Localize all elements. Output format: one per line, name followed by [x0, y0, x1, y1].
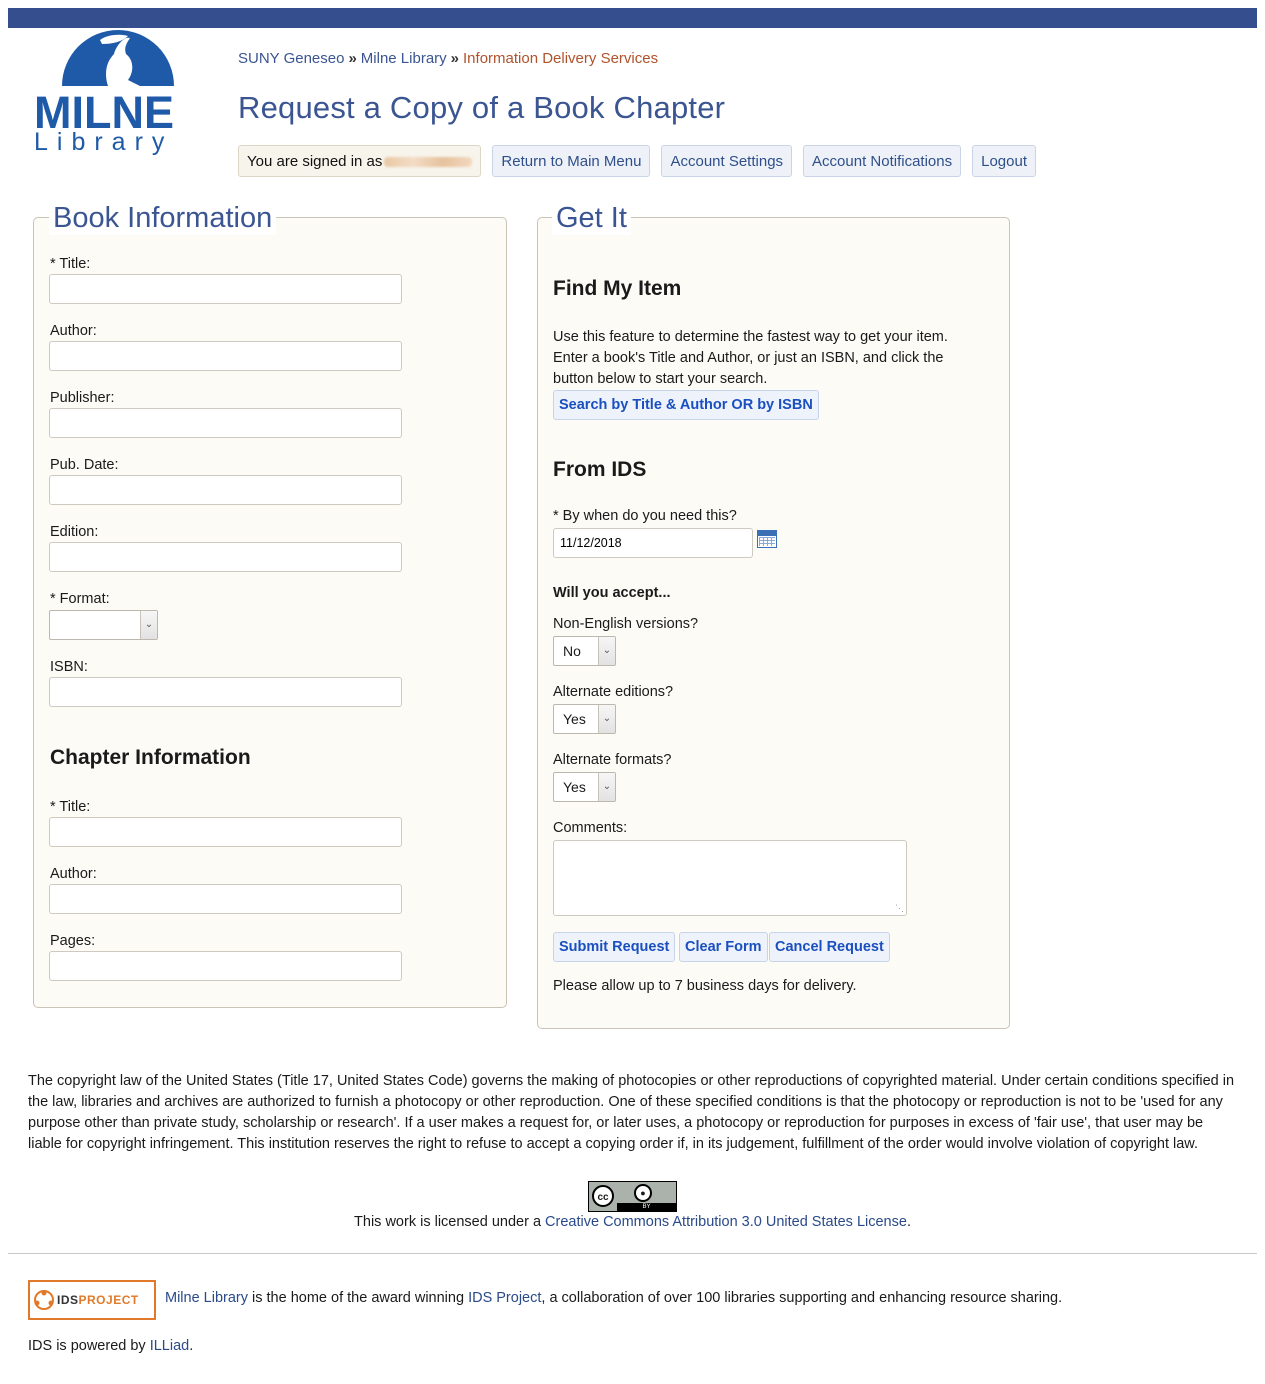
ids-wordmark-project: PROJECT	[78, 1293, 139, 1307]
cc-by-label: BY	[617, 1203, 676, 1211]
non-english-label: Non-English versions?	[553, 616, 699, 632]
chapter-title-label: * Title:	[50, 799, 91, 815]
ids-wordmark-ids: IDS	[57, 1293, 79, 1307]
breadcrumb: SUNY Geneseo» Milne Library» Information D…	[238, 50, 658, 67]
delivery-note: Please allow up to 7 business days for d…	[553, 978, 857, 994]
edition-input[interactable]	[49, 542, 402, 572]
account-notifications-button[interactable]: Account Notifications	[803, 145, 962, 177]
book-title-input[interactable]	[49, 274, 402, 304]
milne-library-logo[interactable]: MILNE Library	[30, 30, 206, 156]
page-title: Request a Copy of a Book Chapter	[238, 90, 726, 125]
account-settings-button[interactable]: Account Settings	[661, 145, 793, 177]
footer-text-2: , a collaboration of over 100 libraries …	[541, 1290, 1063, 1306]
resize-grip-icon[interactable]: ⋱	[895, 904, 904, 913]
chevron-down-icon: ⌄	[598, 637, 615, 665]
ids-project-mark-icon	[34, 1290, 54, 1310]
footer-divider	[8, 1253, 1257, 1254]
svg-text:Library: Library	[34, 128, 173, 156]
powered-by-line: IDS is powered by ILLiad.	[28, 1338, 193, 1354]
alternate-formats-label: Alternate formats?	[553, 752, 672, 768]
format-select[interactable]: ⌄	[49, 610, 158, 640]
powered-by-prefix: IDS is powered by	[28, 1338, 146, 1354]
cc-license-link[interactable]: Creative Commons Attribution 3.0 United …	[545, 1214, 907, 1230]
publisher-input[interactable]	[49, 408, 402, 438]
pages-input[interactable]	[49, 951, 402, 981]
will-you-accept-heading: Will you accept...	[553, 585, 671, 601]
chapter-author-label: Author:	[50, 866, 97, 882]
edition-label: Edition:	[50, 524, 99, 540]
cc-icon: cc	[592, 1185, 614, 1207]
comments-label: Comments:	[553, 820, 628, 836]
logout-button[interactable]: Logout	[972, 145, 1037, 177]
chapter-information-heading: Chapter Information	[50, 746, 251, 769]
get-it-panel: Get It Find My Item Use this feature to …	[537, 201, 1010, 1029]
pub-date-input[interactable]	[49, 475, 402, 505]
comments-textarea[interactable]: ⋱	[553, 840, 907, 916]
ids-project-wordmark: IDSPROJECT	[57, 1293, 139, 1307]
alternate-editions-label: Alternate editions?	[553, 684, 674, 700]
chapter-title-input[interactable]	[49, 817, 402, 847]
chevron-down-icon: ⌄	[598, 773, 615, 801]
top-banner-bar	[8, 8, 1257, 28]
breadcrumb-suny-geneseo[interactable]: SUNY Geneseo	[238, 50, 344, 67]
chapter-author-input[interactable]	[49, 884, 402, 914]
isbn-input[interactable]	[49, 677, 402, 707]
signed-in-label: You are signed in as	[247, 153, 383, 170]
pages-label: Pages:	[50, 933, 96, 949]
footer-text-1: is the home of the award winning	[252, 1290, 465, 1306]
book-information-legend: Book Information	[49, 201, 277, 235]
need-by-date-input[interactable]	[553, 528, 753, 558]
pub-date-label: Pub. Date:	[50, 457, 119, 473]
account-nav: You are signed in as Return to Main Menu…	[238, 145, 1037, 179]
chevron-down-icon: ⌄	[598, 705, 615, 733]
find-my-item-heading: Find My Item	[553, 277, 682, 300]
main-menu-button[interactable]: Return to Main Menu	[492, 145, 651, 177]
illiad-link[interactable]: ILLiad	[150, 1338, 190, 1354]
get-it-legend: Get It	[552, 201, 631, 235]
find-my-item-description: Use this feature to determine the fastes…	[553, 329, 948, 387]
book-information-panel: Book Information * Title: Author: Publis…	[33, 201, 507, 1008]
logo-graphic: MILNE Library	[34, 30, 174, 156]
book-author-label: Author:	[50, 323, 97, 339]
need-by-label: * By when do you need this?	[553, 508, 737, 524]
attribution-icon: ●	[634, 1184, 652, 1202]
breadcrumb-separator: »	[450, 50, 460, 67]
breadcrumb-milne-library[interactable]: Milne Library	[361, 50, 447, 67]
alternate-editions-select-value: Yes	[563, 711, 586, 727]
non-english-select-value: No	[563, 643, 581, 659]
non-english-select[interactable]: No ⌄	[553, 636, 616, 666]
breadcrumb-separator: »	[348, 50, 357, 67]
chevron-down-icon: ⌄	[140, 611, 157, 639]
publisher-label: Publisher:	[50, 390, 115, 406]
cancel-request-button[interactable]: Cancel Request	[769, 932, 890, 962]
alternate-editions-select[interactable]: Yes ⌄	[553, 704, 616, 734]
footer-statement: Milne Library is the home of the award w…	[165, 1290, 1062, 1306]
clear-form-button[interactable]: Clear Form	[679, 932, 768, 962]
book-title-label: * Title:	[50, 256, 91, 272]
ids-project-logo[interactable]: IDSPROJECT	[28, 1280, 156, 1320]
license-prefix: This work is licensed under a	[354, 1214, 542, 1230]
milne-library-link[interactable]: Milne Library	[165, 1290, 248, 1306]
search-title-author-isbn-button[interactable]: Search by Title & Author OR by ISBN	[553, 390, 819, 420]
powered-by-suffix: .	[189, 1338, 194, 1354]
signed-in-status: You are signed in as	[238, 145, 482, 177]
alternate-formats-select-value: Yes	[563, 779, 586, 795]
license-line: This work is licensed under a Creative C…	[0, 1214, 1265, 1230]
redacted-username	[384, 157, 473, 168]
alternate-formats-select[interactable]: Yes ⌄	[553, 772, 616, 802]
submit-request-button[interactable]: Submit Request	[553, 932, 676, 962]
calendar-icon[interactable]	[757, 530, 777, 548]
ids-project-link[interactable]: IDS Project	[468, 1290, 541, 1306]
isbn-label: ISBN:	[50, 659, 88, 675]
format-label: * Format:	[50, 591, 110, 607]
from-ids-heading: From IDS	[553, 458, 647, 481]
license-suffix: .	[906, 1214, 911, 1230]
book-author-input[interactable]	[49, 341, 402, 371]
copyright-notice: The copyright law of the United States (…	[28, 1073, 1235, 1152]
creative-commons-badge[interactable]: cc ● BY	[588, 1181, 677, 1212]
breadcrumb-current: Information Delivery Services	[463, 50, 659, 67]
